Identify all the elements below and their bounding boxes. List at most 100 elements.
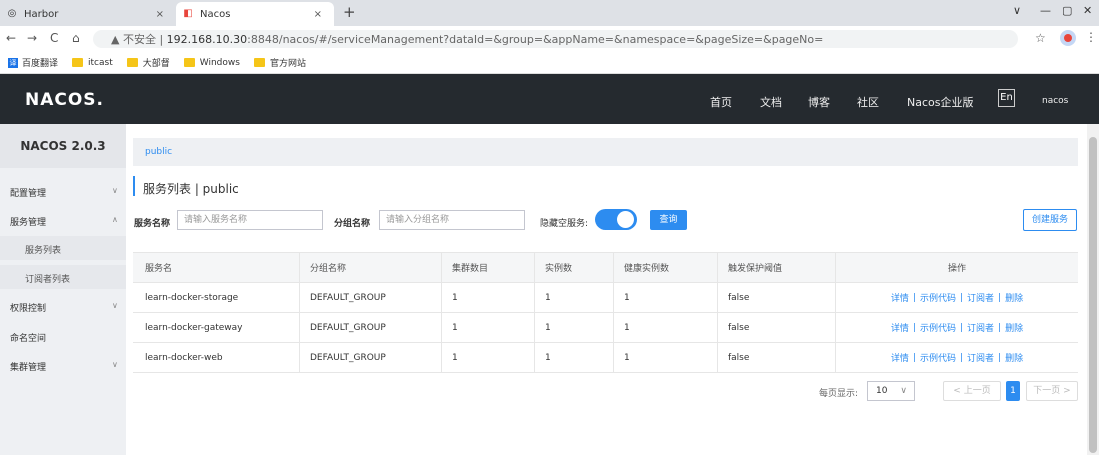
folder-icon: [72, 58, 84, 67]
detail-link[interactable]: 详情: [891, 291, 909, 304]
sample-code-link[interactable]: 示例代码: [920, 321, 956, 334]
page-size-select[interactable]: 10 ∨: [867, 381, 915, 401]
service-name-cell: learn-docker-gateway: [145, 322, 243, 333]
create-service-button[interactable]: 创建服务: [1023, 209, 1077, 231]
language-toggle-button[interactable]: En: [998, 89, 1015, 107]
user-name[interactable]: nacos: [1042, 96, 1068, 106]
detail-link[interactable]: 详情: [891, 351, 909, 364]
service-table: 服务名 分组名称 集群数目 实例数 健康实例数 触发保护阈值 操作 learn-…: [133, 252, 1078, 373]
sidebar-item-service-management[interactable]: 服务管理: [10, 215, 46, 228]
url-text[interactable]: ▲ 不安全 | 192.168.10.30:8848/nacos/#/servi…: [111, 31, 823, 47]
bookmark-dabudu[interactable]: 大部督: [126, 56, 170, 69]
nacos-icon: ◧: [183, 8, 193, 19]
sample-code-link[interactable]: 示例代码: [920, 351, 956, 364]
nav-enterprise[interactable]: Nacos企业版: [907, 94, 973, 110]
forward-icon[interactable]: →: [27, 31, 37, 45]
delete-link[interactable]: 删除: [1005, 321, 1023, 334]
detail-link[interactable]: 详情: [891, 321, 909, 334]
sidebar-item-service-list[interactable]: 服务列表: [0, 236, 126, 260]
group-name-label: 分组名称: [334, 219, 371, 229]
page-number-button[interactable]: 1: [1006, 381, 1020, 401]
next-page-button[interactable]: 下一页 >: [1026, 381, 1078, 401]
delete-link[interactable]: 删除: [1005, 351, 1023, 364]
chevron-up-icon: ∧: [112, 215, 118, 224]
harbor-icon: ◎: [7, 8, 17, 19]
column-header: 操作: [835, 253, 1078, 282]
sidebar-item-cluster-management[interactable]: 集群管理: [10, 360, 46, 373]
action-separator: |: [959, 322, 964, 333]
bookmark-itcast[interactable]: itcast: [72, 58, 113, 68]
table-header: 服务名 分组名称 集群数目 实例数 健康实例数 触发保护阈值 操作: [133, 252, 1078, 283]
actions-cell: 详情 | 示例代码 | 订阅者 | 删除: [835, 313, 1078, 342]
healthy-count-cell: 1: [613, 283, 717, 312]
column-header: 健康实例数: [613, 253, 717, 282]
action-separator: |: [912, 322, 916, 333]
folder-icon: [183, 58, 195, 67]
close-tab-icon[interactable]: ×: [314, 9, 322, 20]
sample-code-link[interactable]: 示例代码: [920, 291, 956, 304]
column-header: 触发保护阈值: [717, 253, 835, 282]
subscribers-link[interactable]: 订阅者: [967, 321, 994, 334]
instance-count-cell: 1: [534, 283, 613, 312]
nacos-logo[interactable]: NACOS.: [25, 90, 104, 110]
new-tab-button[interactable]: +: [343, 3, 356, 21]
actions-cell: 详情 | 示例代码 | 订阅者 | 删除: [835, 283, 1078, 312]
bookmark-official-site[interactable]: 官方网站: [253, 56, 306, 69]
bookmark-label: 百度翻译: [22, 59, 59, 69]
protect-threshold-cell: false: [717, 283, 835, 312]
bookmarks-bar: 译百度翻译 itcast 大部督 Windows 官方网站: [0, 52, 1099, 74]
scrollbar-thumb[interactable]: [1089, 137, 1097, 453]
table-row: learn-docker-web DEFAULT_GROUP 1 1 1 fal…: [133, 343, 1078, 373]
subscribers-link[interactable]: 订阅者: [967, 291, 994, 304]
page-title: 服务列表 | public: [143, 182, 239, 196]
maximize-button[interactable]: ▢: [1062, 4, 1072, 17]
nav-home[interactable]: 首页: [710, 94, 732, 110]
nav-blog[interactable]: 博客: [808, 94, 830, 110]
group-name-input[interactable]: 请输入分组名称: [379, 210, 525, 230]
namespace-bar: [133, 138, 1078, 166]
minimize-button[interactable]: —: [1040, 4, 1051, 17]
sidebar-item-subscriber-list[interactable]: 订阅者列表: [0, 265, 126, 289]
action-separator: |: [912, 292, 916, 303]
action-separator: |: [998, 352, 1002, 363]
translate-icon: 译: [8, 57, 18, 68]
nav-community[interactable]: 社区: [857, 94, 879, 110]
subscribers-link[interactable]: 订阅者: [967, 351, 994, 364]
column-header: 实例数: [534, 253, 613, 282]
sidebar-item-label: 订阅者列表: [25, 275, 71, 285]
sidebar-title: NACOS 2.0.3: [0, 124, 126, 168]
bookmark-star-icon[interactable]: ☆: [1035, 31, 1046, 45]
bookmark-baidu-translate[interactable]: 译百度翻译: [8, 56, 58, 69]
namespace-public-link[interactable]: public: [145, 147, 172, 157]
tab-nacos[interactable]: ◧ Nacos ×: [176, 2, 334, 26]
delete-link[interactable]: 删除: [1005, 291, 1023, 304]
tab-search-icon[interactable]: ∨: [1013, 4, 1021, 17]
tab-title: Nacos: [200, 8, 231, 20]
instance-count-cell: 1: [534, 313, 613, 342]
prev-page-button[interactable]: < 上一页: [943, 381, 1001, 401]
browser-tab-strip: ◎ Harbor × ◧ Nacos × + ∨ — ▢ ✕: [0, 0, 1099, 26]
app-header: NACOS. 首页 文档 博客 社区 Nacos企业版 En nacos: [0, 74, 1099, 124]
protect-threshold-cell: false: [717, 343, 835, 372]
page-size-value: 10: [876, 386, 888, 396]
sidebar-item-namespace[interactable]: 命名空间: [10, 331, 46, 344]
title-accent-bar: [133, 176, 135, 196]
service-name-input[interactable]: 请输入服务名称: [177, 210, 323, 230]
security-warning[interactable]: ▲ 不安全 |: [111, 33, 163, 46]
home-icon[interactable]: ⌂: [72, 31, 80, 45]
browser-menu-icon[interactable]: ⋮: [1085, 30, 1097, 44]
reload-icon[interactable]: C: [50, 31, 58, 45]
sidebar-item-config-management[interactable]: 配置管理: [10, 186, 46, 199]
bookmark-windows[interactable]: Windows: [183, 58, 240, 68]
close-tab-icon[interactable]: ×: [156, 9, 164, 20]
sidebar-item-access-control[interactable]: 权限控制: [10, 301, 46, 314]
close-window-button[interactable]: ✕: [1083, 4, 1092, 17]
tab-harbor[interactable]: ◎ Harbor ×: [6, 2, 176, 26]
nav-docs[interactable]: 文档: [760, 94, 782, 110]
group-cell: DEFAULT_GROUP: [299, 343, 441, 372]
table-row: learn-docker-gateway DEFAULT_GROUP 1 1 1…: [133, 313, 1078, 343]
profile-avatar[interactable]: [1060, 30, 1076, 46]
query-button[interactable]: 查询: [650, 210, 687, 230]
back-icon[interactable]: ←: [6, 31, 16, 45]
hide-empty-toggle[interactable]: [595, 209, 637, 230]
